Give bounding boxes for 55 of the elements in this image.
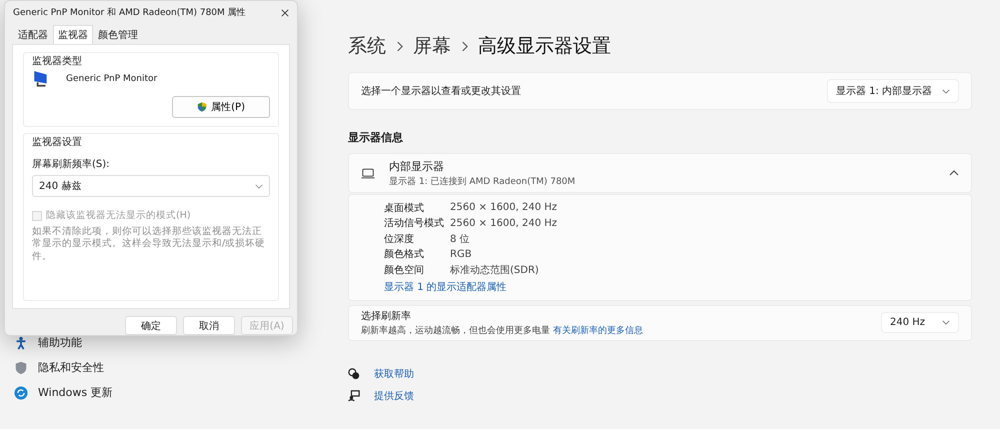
accessibility-icon <box>14 336 28 350</box>
select-display-label: 选择一个显示器以查看或更改其设置 <box>361 84 521 98</box>
checkbox-label: 隐藏该监视器无法显示的模式(H) <box>46 209 191 222</box>
refresh-description: 刷新率越高，运动越流畅，但也会使用更多电量 <box>361 326 550 336</box>
breadcrumb-item[interactable]: 系统 <box>348 33 386 59</box>
dialog-button[interactable]: 取消 <box>183 316 235 335</box>
detail-value: RGB <box>450 248 472 260</box>
detail-label: 桌面模式 <box>384 202 425 215</box>
detail-value: 2560 × 1600, 240 Hz <box>450 202 558 214</box>
dialog-title: Generic PnP Monitor 和 AMD Radeon(TM) 780M 属性 <box>13 6 246 20</box>
detail-label: 颜色空间 <box>384 264 425 277</box>
detail-value: 标准动态范围(SDR) <box>450 264 539 277</box>
display-subtitle: 显示器 1: 已连接到 AMD Radeon(TM) 780M <box>389 176 576 188</box>
chevron-icon <box>461 40 468 52</box>
refresh-rate-label: 屏幕刷新频率(S): <box>32 158 111 172</box>
help-link[interactable]: 提供反馈 <box>374 388 414 402</box>
group-heading: 监视器设置 <box>32 136 83 150</box>
dialog-tab[interactable]: 颜色管理 <box>93 25 143 44</box>
feedback-icon <box>348 390 360 402</box>
help-link[interactable]: 获取帮助 <box>374 366 414 380</box>
dialog-tab[interactable]: 监视器 <box>53 25 93 44</box>
adapter-properties-link[interactable]: 显示器 1 的显示适配器属性 <box>384 280 971 294</box>
shield-icon <box>14 360 28 374</box>
section-title: 显示器信息 <box>348 130 404 145</box>
chevron-icon <box>396 40 403 52</box>
refresh-rate-dropdown[interactable]: 240 Hz <box>881 312 959 333</box>
detail-label: 颜色格式 <box>384 248 425 262</box>
group-heading: 监视器类型 <box>32 54 83 68</box>
display-dropdown[interactable]: 显示器 1: 内部显示器 <box>826 79 959 103</box>
refresh-title: 选择刷新率 <box>361 310 412 322</box>
detail-value: 2560 × 1600, 240 Hz <box>450 218 558 229</box>
dialog-button[interactable]: 确定 <box>125 316 177 335</box>
update-icon <box>14 386 28 400</box>
sidebar-item[interactable]: 隐私和安全性 <box>14 355 330 380</box>
detail-label: 位深度 <box>384 232 415 246</box>
close-icon[interactable] <box>281 8 289 17</box>
warning-text: 如果不清除此项，则你可以选择那些该监视器无法正常显示的显示模式。这样会导致无法显示和/或损坏硬件。 <box>32 226 266 264</box>
dialog-tab[interactable]: 适配器 <box>13 25 53 44</box>
refresh-info-link[interactable]: 有关刷新率的更多信息 <box>552 326 643 336</box>
shield-icon <box>197 102 208 112</box>
display-info-header[interactable]: 内部显示器 显示器 1: 已连接到 AMD Radeon(TM) 780M <box>348 153 972 193</box>
refresh-rate-select[interactable]: 240 赫兹 <box>32 175 270 198</box>
sidebar-item[interactable]: Windows 更新 <box>14 380 330 405</box>
properties-button[interactable]: 属性(P) <box>172 96 270 118</box>
detail-value: 8 位 <box>450 232 470 246</box>
display-name: 内部显示器 <box>389 158 445 174</box>
detail-label: 活动信号模式 <box>384 216 445 230</box>
laptop-icon <box>361 168 375 178</box>
chevron-down-icon <box>255 184 263 189</box>
monitor-name: Generic PnP Monitor <box>66 74 158 84</box>
help-icon <box>348 368 360 380</box>
breadcrumb-item: 高级显示器设置 <box>478 34 611 59</box>
chevron-down-icon <box>942 320 950 325</box>
chevron-down-icon <box>942 88 950 94</box>
breadcrumb-item[interactable]: 屏幕 <box>413 33 451 59</box>
